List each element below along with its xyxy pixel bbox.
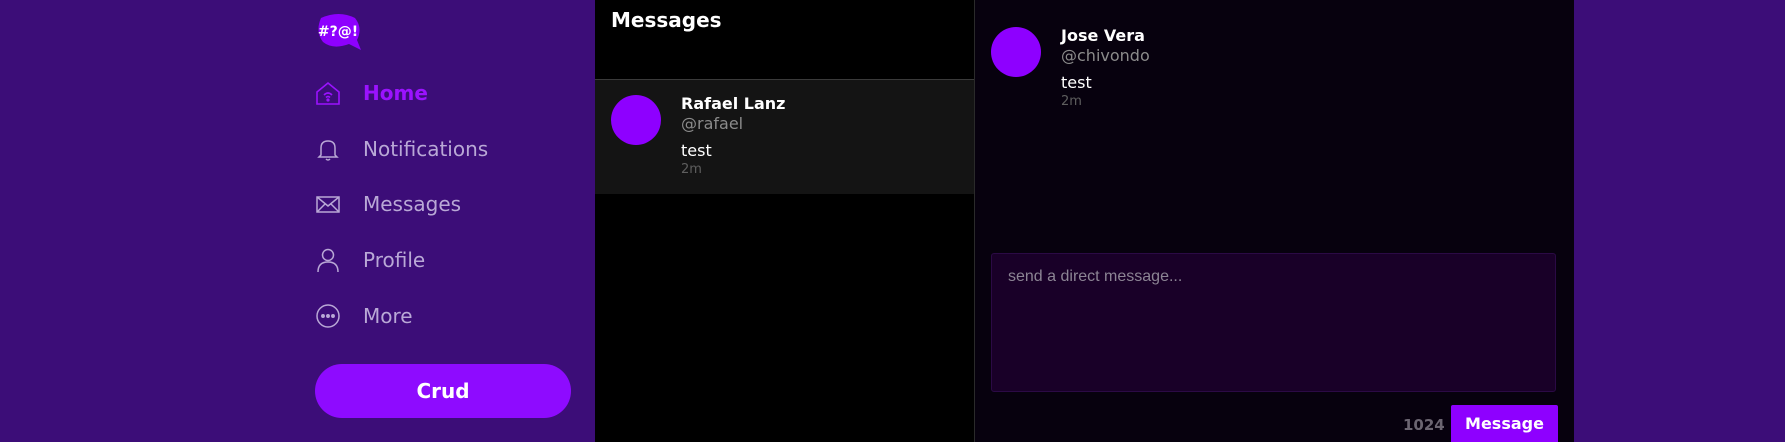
conversation-name: Rafael Lanz (681, 94, 786, 113)
avatar (991, 27, 1041, 77)
message-time: 2m (1061, 94, 1082, 109)
sidebar: #?@! Home Notifications Messages Profile… (315, 0, 595, 442)
sidebar-item-messages[interactable]: Messages (315, 182, 461, 226)
envelope-icon (315, 191, 341, 217)
conversation-preview: test (681, 141, 712, 160)
home-icon (315, 80, 341, 106)
sidebar-item-notifications[interactable]: Notifications (315, 127, 488, 171)
user-icon (315, 247, 341, 273)
sidebar-item-more[interactable]: More (315, 294, 413, 338)
sidebar-item-label: Messages (363, 192, 462, 216)
send-message-button[interactable]: Message (1451, 405, 1558, 442)
direct-message-input[interactable] (992, 254, 1555, 391)
app-logo[interactable]: #?@! (315, 12, 363, 52)
avatar (611, 95, 661, 145)
messages-panel: Messages Rafael Lanz @rafael test 2m (595, 0, 975, 442)
message-sender-name: Jose Vera (1061, 26, 1145, 45)
page-title: Messages (611, 8, 722, 32)
logo-text: #?@! (318, 24, 358, 40)
message-sender-handle: @chivondo (1061, 46, 1150, 65)
sidebar-item-profile[interactable]: Profile (315, 238, 425, 282)
character-counter: 1024 (1403, 416, 1445, 434)
message-text: test (1061, 73, 1092, 92)
sidebar-item-home[interactable]: Home (315, 71, 428, 115)
compose-box (991, 253, 1556, 392)
conversation-time: 2m (681, 162, 702, 177)
sidebar-item-label: Notifications (363, 137, 489, 161)
more-icon (315, 303, 341, 329)
sidebar-item-label: More (363, 304, 413, 328)
sidebar-item-label: Profile (363, 248, 426, 272)
conversation-item[interactable]: Rafael Lanz @rafael test 2m (595, 80, 974, 194)
chat-panel: Jose Vera @chivondo test 2m 1024 Message (975, 0, 1574, 442)
crud-button[interactable]: Crud (315, 364, 571, 418)
bell-icon (315, 136, 341, 162)
conversation-handle: @rafael (681, 114, 744, 133)
sidebar-item-label: Home (363, 81, 428, 105)
